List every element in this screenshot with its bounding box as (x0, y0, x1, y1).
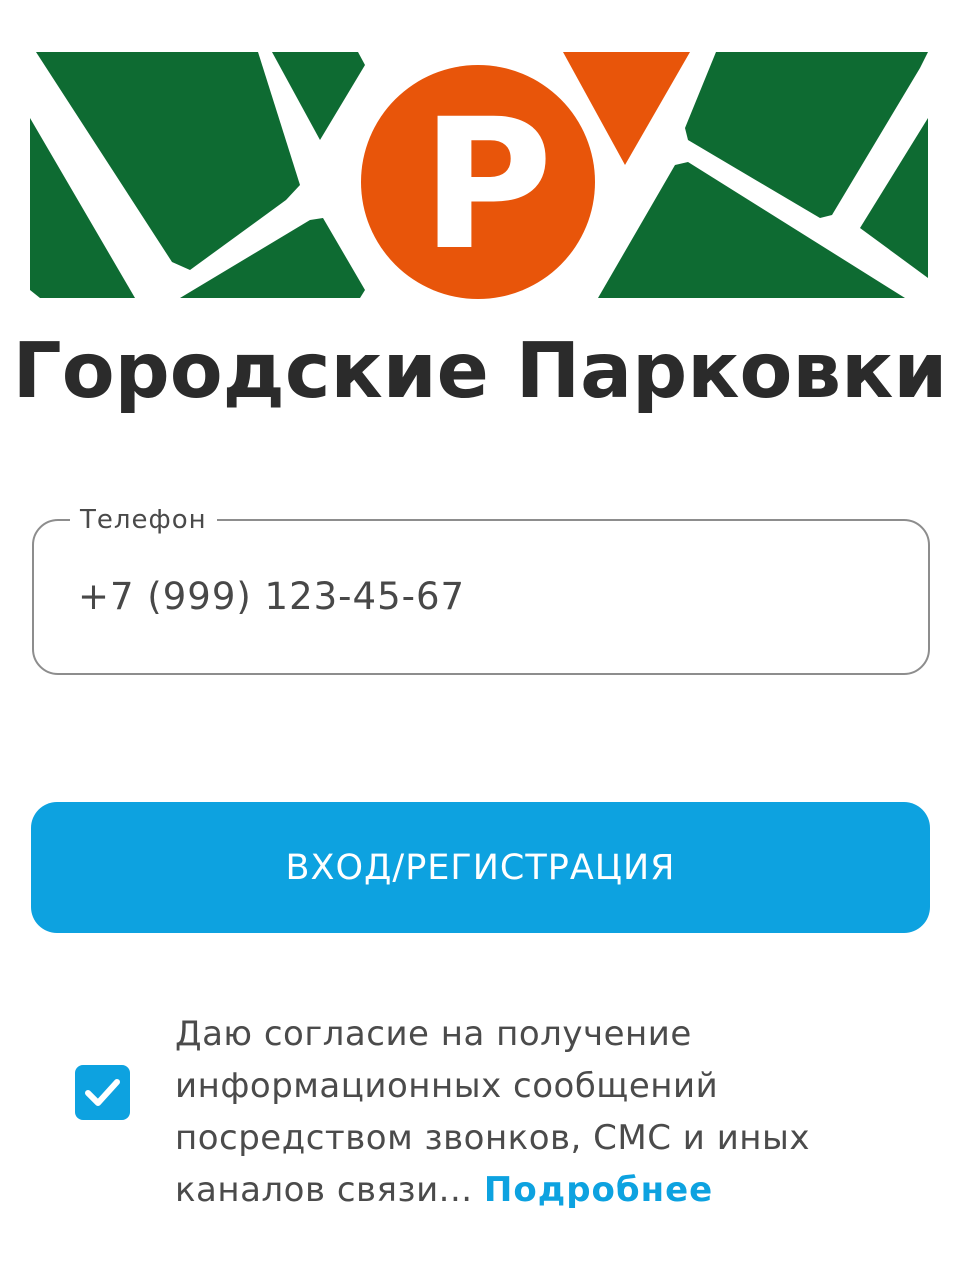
check-icon (85, 1079, 120, 1106)
logo-tile (272, 52, 365, 140)
logo-tile (598, 162, 905, 298)
consent-line: Даю согласие на получение (175, 1014, 692, 1054)
brand-logo: P (30, 52, 928, 299)
consent-checkbox[interactable] (75, 1065, 130, 1120)
consent-line-last: каналов связи... Подробнее (175, 1164, 935, 1216)
consent-line: посредством звонков, СМС и иных (175, 1118, 810, 1158)
consent-text: Даю согласие на получение информационных… (175, 1008, 935, 1216)
parking-letter: P (421, 81, 553, 290)
consent-line: каналов связи... (175, 1170, 473, 1210)
phone-input-value[interactable]: +7 (999) 123-45-67 (78, 572, 465, 622)
login-register-button-label: ВХОД/РЕГИСТРАЦИЯ (285, 847, 676, 888)
login-register-button[interactable]: ВХОД/РЕГИСТРАЦИЯ (31, 802, 930, 933)
brand-name: Городские Парковки (12, 327, 948, 416)
phone-input-label: Телефон (70, 503, 217, 537)
consent-line: информационных сообщений (175, 1066, 719, 1106)
login-screen: P Городские Парковки Телефон +7 (999) 12… (0, 0, 960, 1280)
more-details-link[interactable]: Подробнее (484, 1170, 713, 1210)
